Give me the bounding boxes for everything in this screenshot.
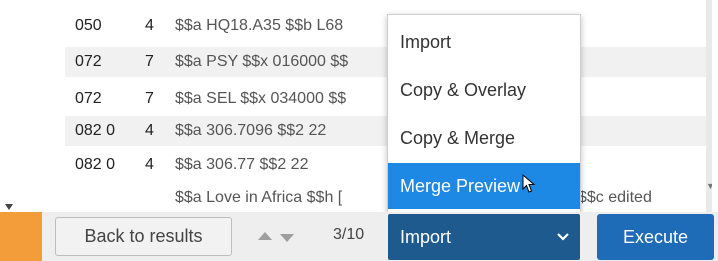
marc-record-table: 050 4 $$a HQ18.A35 $$b L68 072 7 $$a PSY…	[0, 0, 712, 212]
footer-toolbar: Back to results 3/10 Import Execute	[0, 212, 718, 261]
field-tag: 082 0	[75, 122, 116, 139]
menu-item-copy-overlay[interactable]: Copy & Overlay	[388, 67, 580, 113]
field-tag: 050	[75, 17, 102, 34]
chevron-down-icon[interactable]	[280, 234, 294, 242]
field-indicator: 7	[145, 90, 154, 107]
field-indicator: 4	[145, 122, 154, 139]
field-value-tail: $$c edited	[578, 189, 652, 206]
accent-strip	[0, 212, 42, 261]
field-value: $$a 306.77 $$2 22	[175, 156, 309, 173]
field-tag: 072	[75, 53, 102, 70]
menu-item-import[interactable]: Import	[388, 19, 580, 65]
chevron-up-icon[interactable]	[258, 232, 272, 240]
select-chevron-icon	[557, 233, 569, 241]
mouse-pointer-icon	[522, 174, 536, 193]
back-to-results-button[interactable]: Back to results	[55, 217, 232, 256]
action-dropdown-menu: Import Copy & Overlay Copy & Merge Merge…	[387, 14, 581, 213]
field-indicator: 4	[145, 156, 154, 173]
field-value: $$a SEL $$x 034000 $$	[175, 90, 347, 107]
menu-item-copy-merge[interactable]: Copy & Merge	[388, 115, 580, 161]
menu-item-merge-preview[interactable]: Merge Preview	[388, 163, 580, 209]
menu-item-label: Merge Preview	[400, 176, 521, 196]
field-indicator: 4	[145, 17, 154, 34]
execute-button[interactable]: Execute	[597, 214, 714, 260]
field-value: $$a 306.7096 $$2 22	[175, 122, 327, 139]
scroll-down-icon[interactable]: ▼	[706, 181, 712, 191]
field-value: $$a Love in Africa $$h [	[175, 189, 343, 206]
pager-count: 3/10	[333, 226, 365, 243]
field-indicator: 7	[145, 53, 154, 70]
field-tag: 082 0	[75, 156, 116, 173]
field-value: $$a HQ18.A35 $$b L68	[175, 17, 344, 34]
action-select[interactable]: Import	[388, 214, 580, 260]
action-select-value: Import	[400, 227, 452, 247]
row-marker-icon	[5, 204, 13, 210]
field-value: $$a PSY $$x 016000 $$	[175, 53, 349, 70]
field-tag: 072	[75, 90, 102, 107]
